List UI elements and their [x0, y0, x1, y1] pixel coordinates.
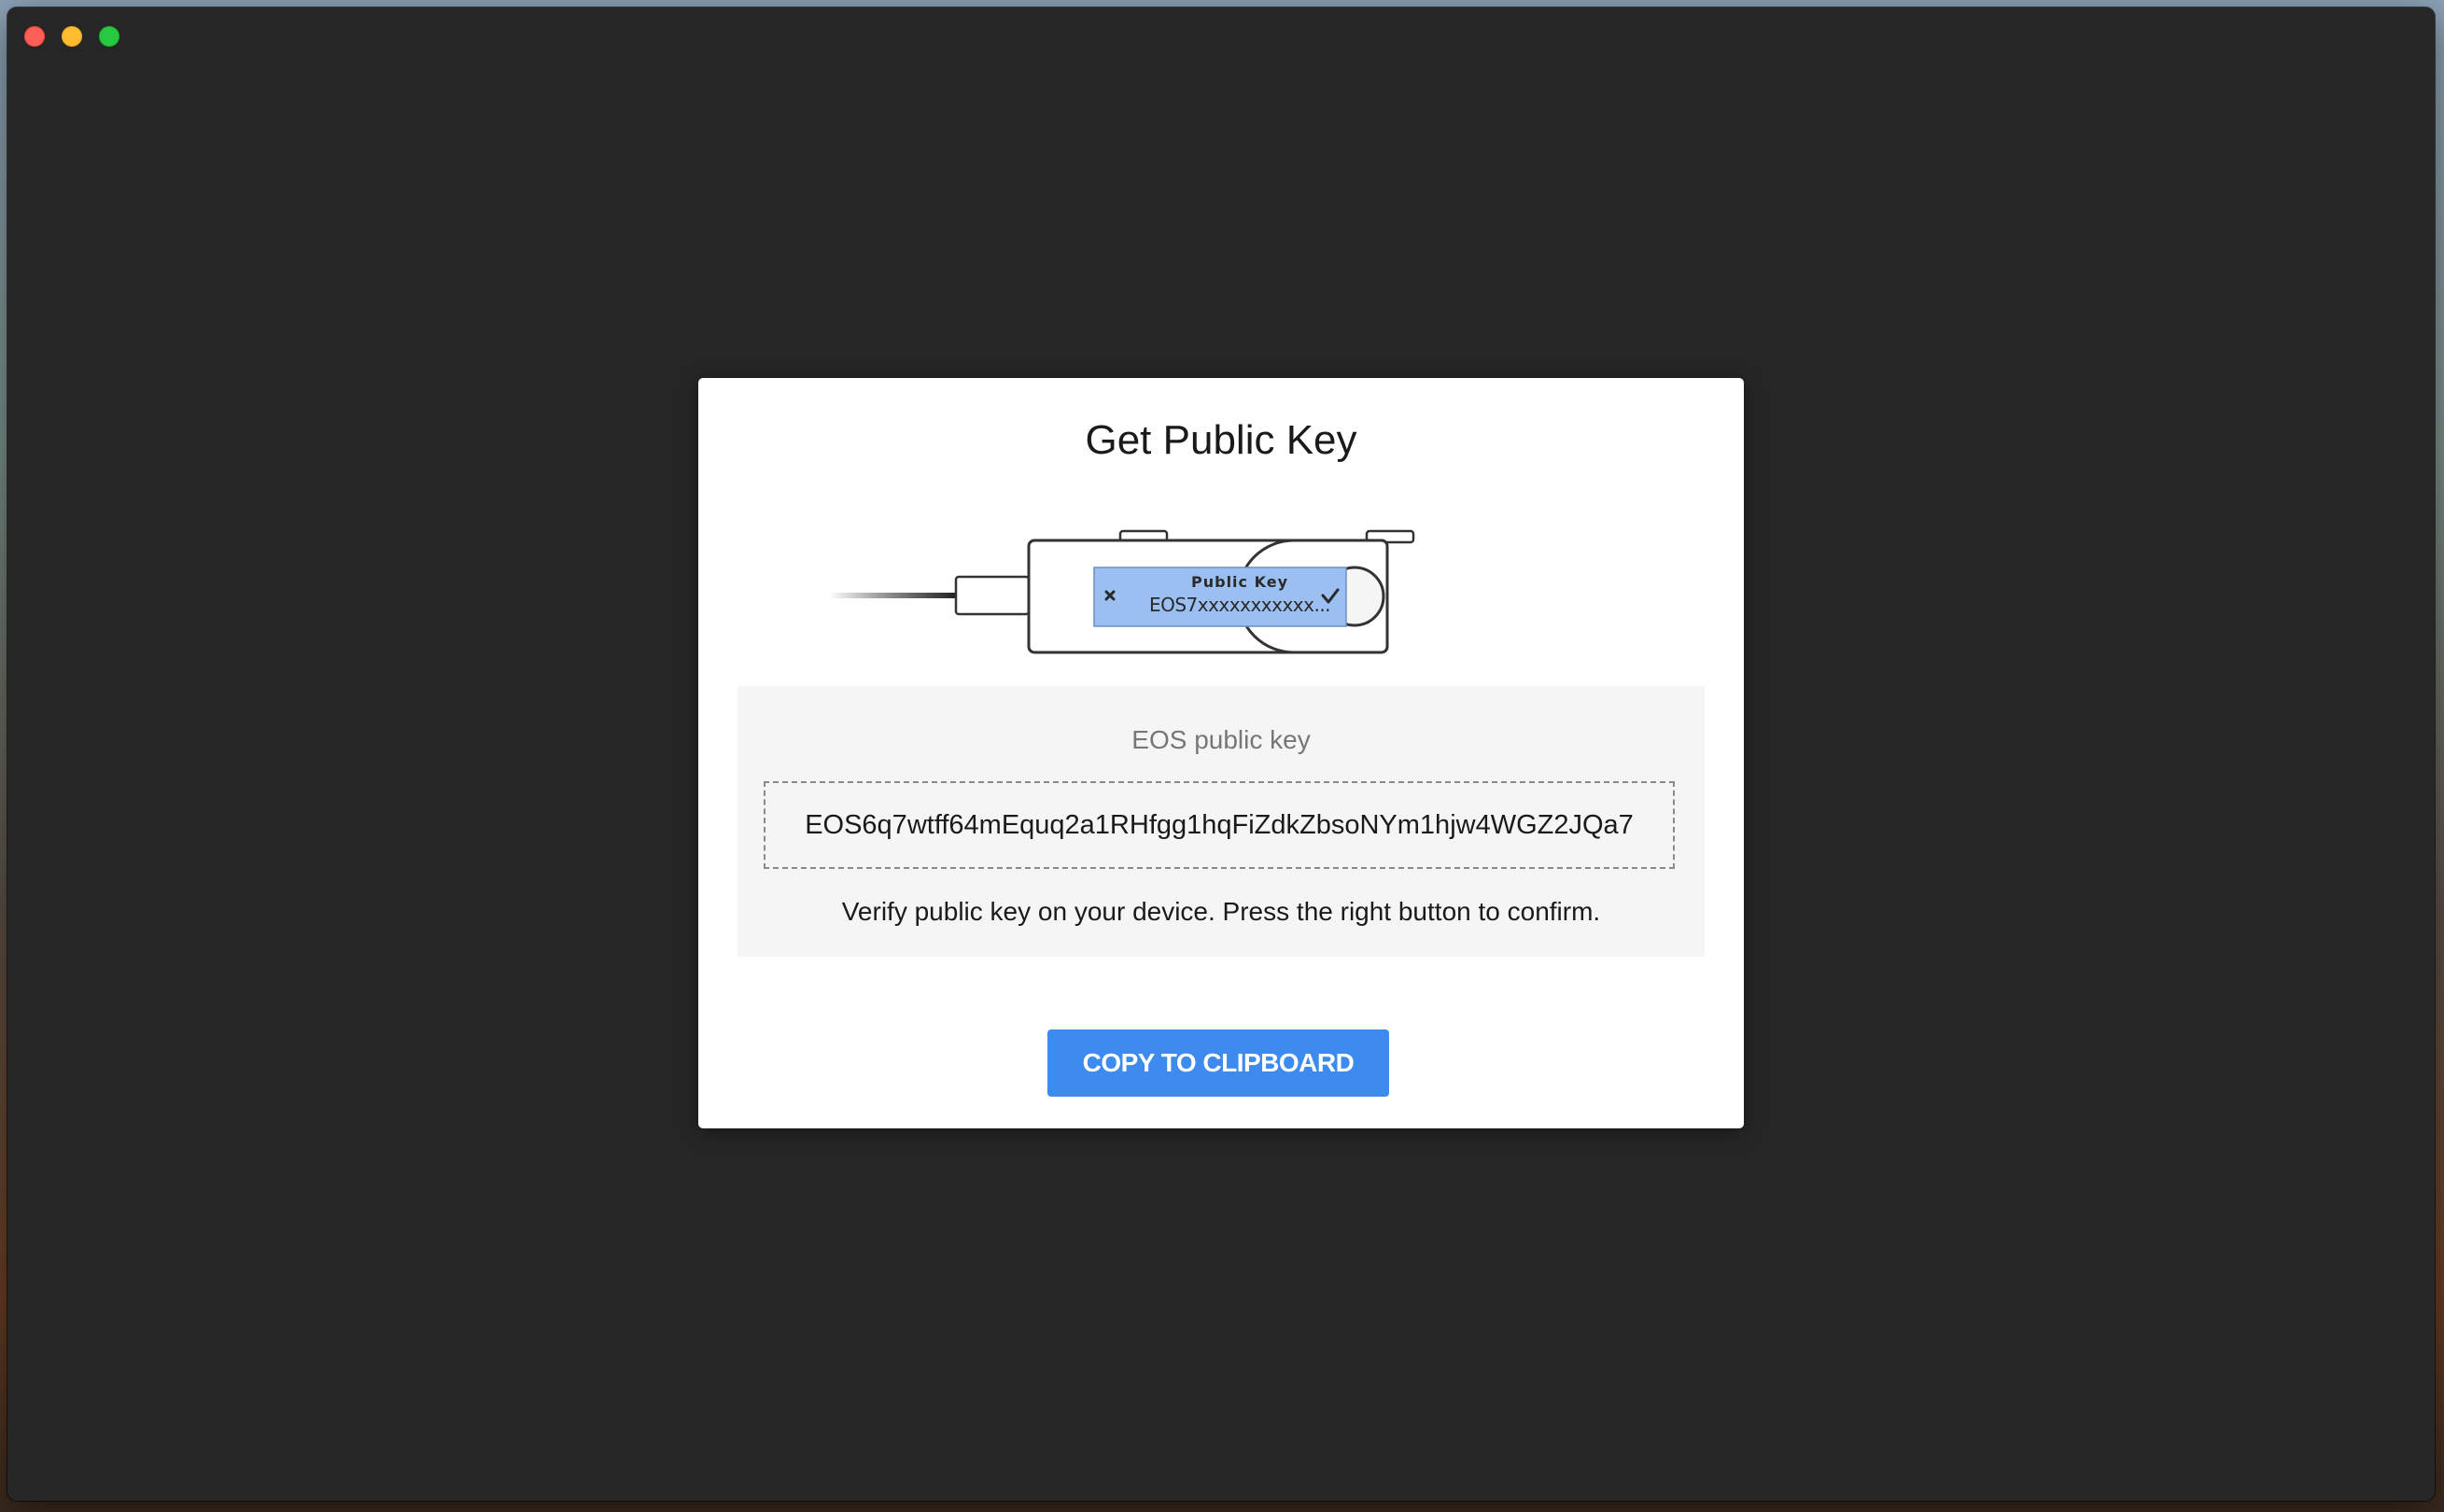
public-key-label: EOS public key — [1131, 725, 1311, 754]
app-window: Get Public Key Public Key EOS7xxxxxxxxxx… — [7, 7, 2435, 1501]
device-screen-title: Public Key — [1191, 573, 1288, 591]
ledger-device-illustration: Public Key EOS7xxxxxxxxxxx... — [829, 518, 1538, 663]
copy-to-clipboard-button[interactable]: COPY TO CLIPBOARD — [1047, 1029, 1389, 1097]
public-key-panel: EOS public key EOS6q7wtff64mEquq2a1RHfgg… — [737, 686, 1705, 957]
verify-instructions: Verify public key on your device. Press … — [841, 897, 1601, 926]
device-icon — [829, 529, 1482, 654]
minimize-icon[interactable] — [62, 26, 82, 47]
dialog-title: Get Public Key — [1085, 417, 1357, 463]
maximize-icon[interactable] — [99, 26, 119, 47]
get-public-key-dialog: Get Public Key Public Key EOS7xxxxxxxxxx… — [698, 378, 1744, 1128]
close-icon[interactable] — [24, 26, 45, 47]
public-key-field[interactable]: EOS6q7wtff64mEquq2a1RHfgg1hqFiZdkZbsoNYm… — [764, 781, 1675, 869]
device-screen-value: EOS7xxxxxxxxxxx... — [1148, 594, 1331, 616]
